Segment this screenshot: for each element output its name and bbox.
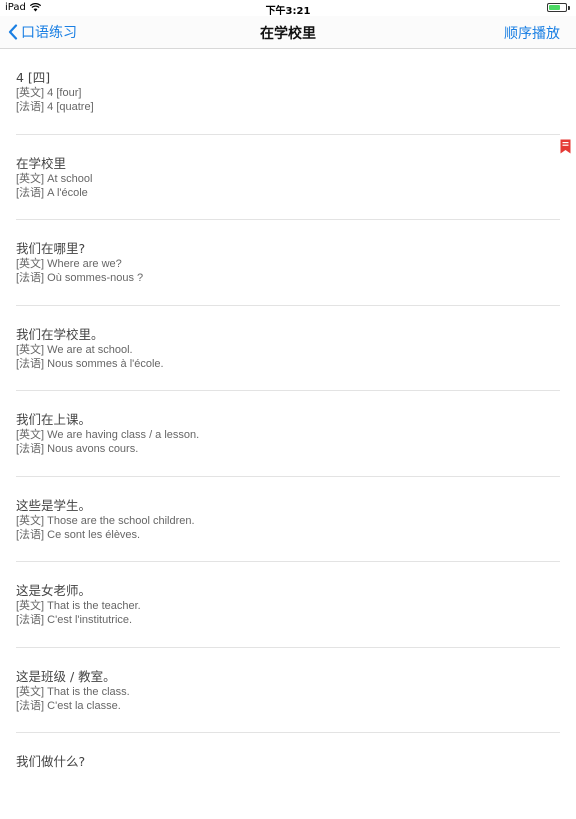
item-english: [英文] We are having class / a lesson. (16, 429, 200, 441)
list-item[interactable]: 我们在哪里? [英文] Where are we? [法语] Où sommes… (0, 220, 576, 306)
navigation-bar: 口语练习 在学校里 顺序播放 (0, 16, 576, 49)
item-english: [英文] Those are the school children. (16, 514, 195, 527)
item-chinese: 我们在学校里。 (16, 326, 104, 342)
list-item[interactable]: 我们在学校里。 [英文] We are at school. [法语] Nous… (0, 306, 576, 392)
list-item[interactable]: 4 [四] [英文] 4 [four] [法语] 4 [quatre] (0, 49, 576, 135)
item-english: [英文] 4 [four] (16, 87, 82, 99)
item-french: [法语] Nous avons cours. (16, 443, 139, 455)
list-item[interactable]: 这是班级 / 教室。 [英文] That is the class. [法语] … (0, 648, 576, 734)
sequential-play-button[interactable]: 顺序播放 (504, 23, 560, 43)
item-chinese: 我们在哪里? (16, 241, 86, 256)
item-french: [法语] C'est l'institutrice. (16, 614, 133, 626)
item-chinese: 这些是学生。 (16, 497, 92, 513)
item-chinese: 这是班级 / 教室。 (16, 668, 116, 684)
item-english: [英文] Where are we? (16, 258, 122, 270)
item-english: [英文] We are at school. (16, 343, 133, 356)
item-english: [英文] That is the teacher. (16, 600, 141, 612)
battery-indicator (547, 3, 570, 12)
item-french: [法语] C'est la classe. (16, 699, 121, 712)
item-french: [法语] A l'école (16, 186, 88, 199)
item-french: [法语] 4 [quatre] (16, 101, 94, 113)
list-item[interactable]: 这是女老师。 [英文] That is the teacher. [法语] C'… (0, 562, 576, 648)
item-chinese: 我们在上课。 (16, 412, 92, 427)
status-bar: iPad 下午3:21 (0, 0, 576, 17)
item-chinese: 4 [四] (16, 70, 51, 85)
item-french: [法语] Ce sont les élèves. (16, 528, 141, 541)
item-french: [法语] Nous sommes à l'école. (16, 357, 164, 370)
list-item[interactable]: 我们在上课。 [英文] We are having class / a less… (0, 391, 576, 477)
list-item[interactable]: 我们做什么? (0, 733, 576, 819)
item-chinese: 这是女老师。 (16, 583, 92, 598)
list-item[interactable]: 在学校里 [英文] At school [法语] A l'école (0, 135, 576, 221)
battery-icon (547, 3, 567, 12)
item-english: [英文] At school (16, 172, 93, 185)
status-time: 下午3:21 (265, 6, 311, 17)
bookmark-icon[interactable] (560, 139, 571, 154)
page-title: 在学校里 (260, 26, 316, 42)
item-chinese: 在学校里 (16, 155, 67, 171)
item-english: [英文] That is the class. (16, 685, 130, 698)
phrase-list: 4 [四] [英文] 4 [four] [法语] 4 [quatre] 在学校里… (0, 49, 576, 819)
list-item[interactable]: 这些是学生。 [英文] Those are the school childre… (0, 477, 576, 563)
item-french: [法语] Où sommes-nous ? (16, 272, 144, 284)
